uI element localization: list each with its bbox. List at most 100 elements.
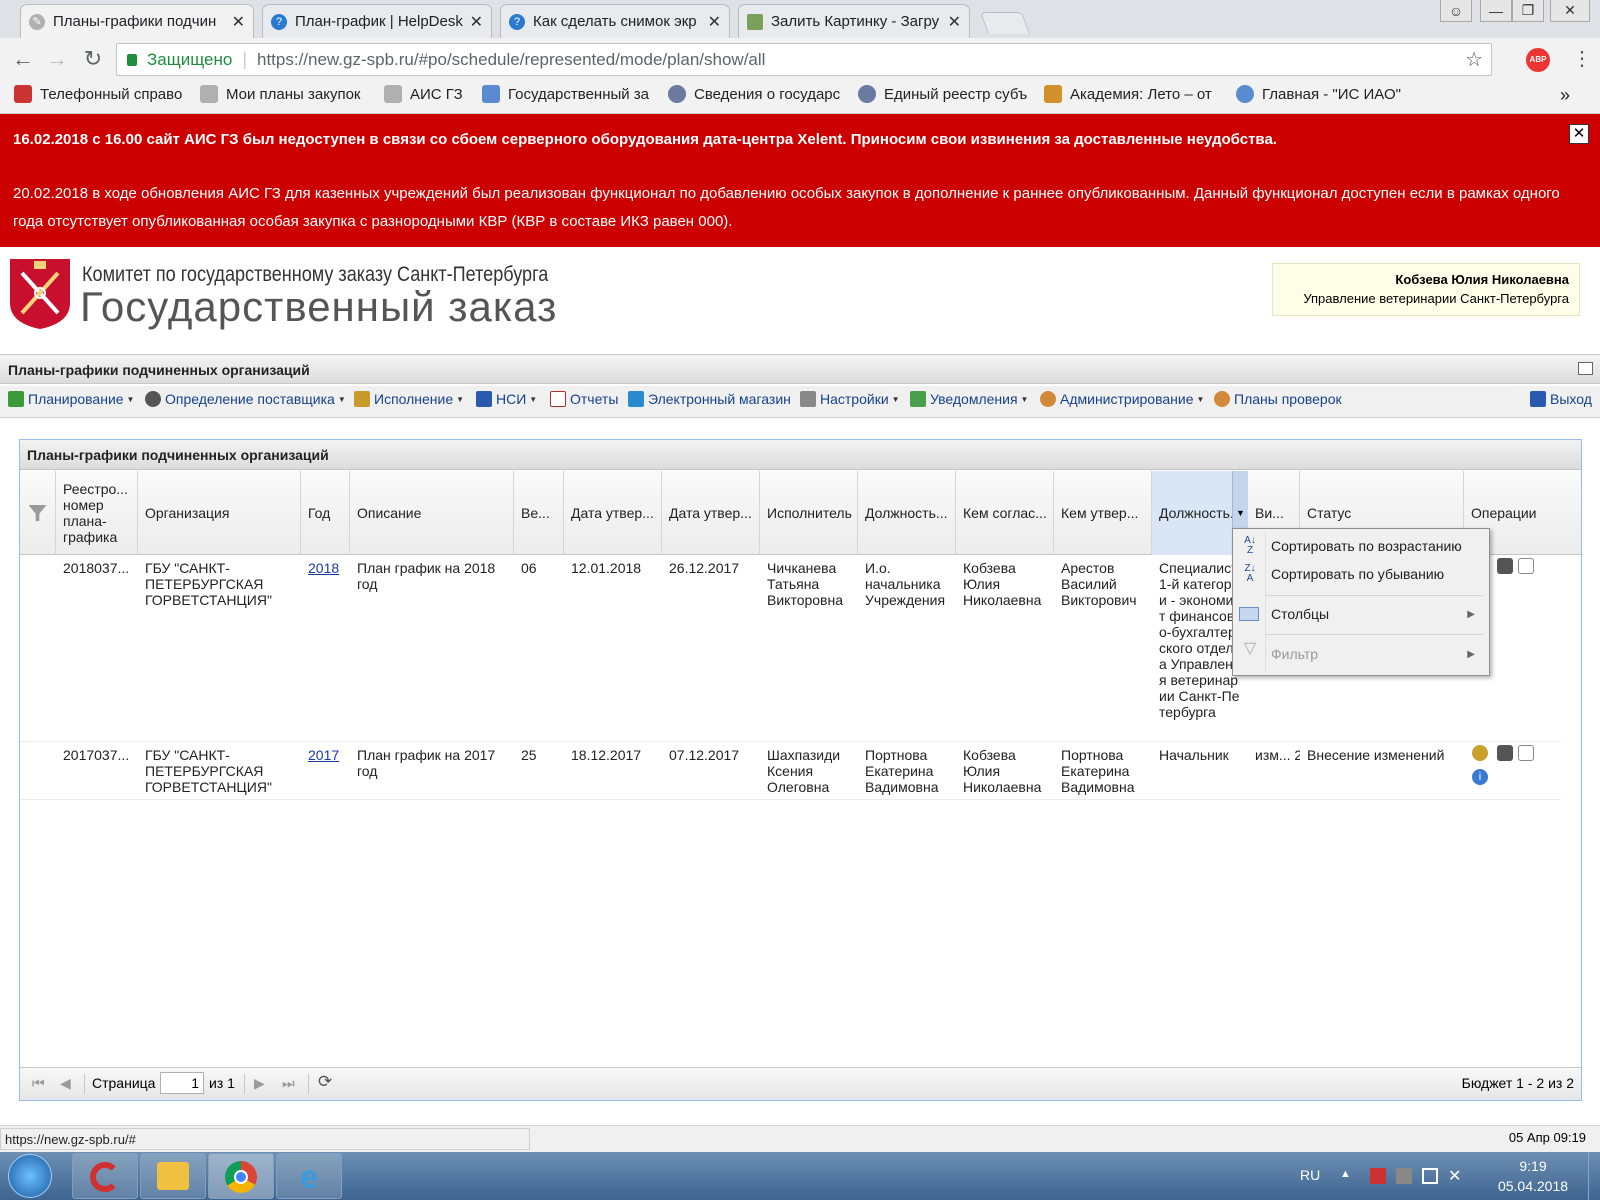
column-header-year[interactable]: Год (301, 471, 350, 555)
menu-e-shop[interactable]: Электронный магазин (628, 391, 791, 407)
report-icon (550, 391, 566, 407)
lock-icon (127, 53, 137, 66)
first-page-icon[interactable]: ⏮ (32, 1075, 45, 1092)
user-info-box[interactable]: Кобзева Юлия Николаевна Управление ветер… (1272, 263, 1580, 316)
tray-network-icon[interactable] (1422, 1168, 1438, 1184)
taskbar-app-ie[interactable]: e (276, 1153, 342, 1199)
taskbar-app-ccleaner[interactable] (72, 1153, 138, 1199)
collapse-panel-icon[interactable] (1578, 362, 1593, 375)
document-icon[interactable] (1518, 558, 1534, 574)
menu-execution[interactable]: Исполнение ▼ (354, 391, 464, 407)
globe-icon (1236, 85, 1254, 103)
cell-approval-date: 12.01.2018 (571, 560, 642, 576)
address-bar[interactable]: Защищено | https://new.gz-spb.ru/#po/sch… (116, 43, 1492, 76)
tray-volume-icon[interactable]: ✕ (1448, 1166, 1461, 1186)
column-header-position[interactable]: Должность... (858, 471, 956, 555)
menu-inspection-plans[interactable]: Планы проверок (1214, 391, 1342, 407)
new-tab-button[interactable] (979, 12, 1031, 34)
tray-antivirus-icon[interactable] (1370, 1168, 1386, 1184)
tray-usb-icon[interactable] (1396, 1168, 1412, 1184)
bookmark-item[interactable]: Единый реестр субъ (858, 85, 1027, 103)
column-header-executor[interactable]: Исполнитель (760, 471, 858, 555)
taskbar-app-mail[interactable] (140, 1153, 206, 1199)
execution-icon (354, 391, 370, 407)
year-link[interactable]: 2017 (301, 747, 350, 763)
column-header-version[interactable]: Ве... (514, 471, 564, 555)
bookmark-item[interactable]: Государственный за (482, 85, 649, 103)
column-header-reg-number[interactable]: Реестро... номер плана-графика (56, 471, 138, 555)
tab-close-icon[interactable]: ✕ (470, 12, 483, 32)
menu-notifications[interactable]: Уведомления ▼ (910, 391, 1028, 407)
prev-page-icon[interactable]: ◀ (60, 1075, 71, 1092)
tab-title: Планы-графики подчин (53, 13, 217, 30)
binoculars-icon[interactable] (1497, 745, 1513, 761)
column-header-description[interactable]: Описание (350, 471, 514, 555)
forward-icon[interactable]: → (44, 46, 70, 72)
browser-tab-4[interactable]: Залить Картинку - Загру ✕ (738, 4, 970, 38)
dropdown-arrow-icon: ▼ (456, 394, 465, 404)
year-link[interactable]: 2018 (301, 560, 350, 576)
page-input[interactable] (160, 1072, 204, 1094)
emblem-icon[interactable] (1472, 745, 1488, 761)
tab-close-icon[interactable]: ✕ (232, 12, 245, 32)
cell-executor: Шахпазиди Ксения Олеговна (767, 747, 841, 795)
bookmark-star-icon[interactable]: ☆ (1465, 47, 1483, 72)
menu-settings[interactable]: Настройки ▼ (800, 391, 900, 407)
bookmark-item[interactable]: Академия: Лето – от (1044, 85, 1212, 103)
column-header-approved-by[interactable]: Кем утвер... (1054, 471, 1152, 555)
menu-reports[interactable]: Отчеты (550, 391, 618, 407)
show-desktop-button[interactable] (1588, 1152, 1600, 1200)
submenu-arrow-icon: ▶ (1467, 648, 1475, 660)
sort-ascending-item[interactable]: A↓ Z Сортировать по возрастанию (1239, 532, 1483, 560)
column-header-approval-date[interactable]: Дата утвер... (564, 471, 662, 555)
tray-expand-icon[interactable]: ▲ (1340, 1168, 1351, 1180)
menu-planning[interactable]: Планирование ▼ (8, 391, 134, 407)
banner-close-button[interactable]: ✕ (1569, 124, 1589, 144)
adblock-icon[interactable]: ABP (1526, 48, 1550, 72)
start-button[interactable] (8, 1154, 52, 1198)
bookmarks-more-button[interactable]: » (1560, 85, 1570, 106)
columns-item[interactable]: Столбцы ▶ (1239, 600, 1483, 628)
close-window-button[interactable]: ✕ (1550, 0, 1590, 22)
chrome-menu-icon[interactable]: ⋮ (1572, 46, 1592, 71)
tools-icon (200, 85, 218, 103)
menu-reference-data[interactable]: НСИ ▼ (476, 391, 537, 407)
column-header-organization[interactable]: Организация (138, 471, 301, 555)
document-icon[interactable] (1518, 745, 1534, 761)
tab-title: Как сделать снимок экр (533, 13, 697, 30)
tab-close-icon[interactable]: ✕ (708, 12, 721, 32)
last-page-icon[interactable]: ⏭ (282, 1075, 295, 1092)
bookmark-item[interactable]: Телефонный справо (14, 85, 182, 103)
sort-descending-item[interactable]: Z↓ A Сортировать по убыванию (1239, 560, 1483, 588)
maximize-button[interactable]: ❐ (1512, 0, 1544, 22)
binoculars-icon[interactable] (1497, 558, 1513, 574)
language-indicator[interactable]: RU (1300, 1167, 1320, 1183)
taskbar-app-chrome[interactable] (208, 1153, 274, 1199)
column-header-agreed-by[interactable]: Кем соглас... (956, 471, 1054, 555)
refresh-icon[interactable]: ⟳ (318, 1072, 332, 1092)
tools-icon (384, 85, 402, 103)
pager-summary: Бюджет 1 - 2 из 2 (1461, 1075, 1574, 1091)
reload-icon[interactable]: ↻ (80, 46, 106, 72)
browser-tab-2[interactable]: ? План-график | HelpDesk ✕ (262, 4, 492, 38)
bookmark-item[interactable]: Мои планы закупок (200, 85, 360, 103)
browser-tab-1[interactable]: ✎ Планы-графики подчин ✕ (20, 4, 254, 38)
browser-tab-3[interactable]: ? Как сделать снимок экр ✕ (500, 4, 730, 38)
bookmark-item[interactable]: АИС ГЗ (384, 85, 463, 103)
column-header-approval-date-2[interactable]: Дата утвер... (662, 471, 760, 555)
next-page-icon[interactable]: ▶ (254, 1075, 265, 1092)
tab-close-icon[interactable]: ✕ (948, 12, 961, 32)
filter-column-header[interactable] (20, 471, 56, 555)
minimize-button[interactable]: — (1480, 0, 1512, 22)
bookmark-item[interactable]: Главная - "ИС ИАО" (1236, 85, 1401, 103)
back-icon[interactable]: ← (10, 46, 36, 72)
cell-agreed-by: Кобзева Юлия Николаевна (963, 747, 1042, 795)
exit-button[interactable]: Выход (1530, 391, 1592, 407)
menu-administration[interactable]: Администрирование ▼ (1040, 391, 1204, 407)
taskbar-clock[interactable]: 9:19 05.04.2018 (1488, 1156, 1578, 1196)
emblem-icon (668, 85, 686, 103)
profile-icon[interactable]: ☺ (1440, 0, 1472, 22)
info-icon[interactable]: i (1472, 769, 1488, 785)
menu-supplier-selection[interactable]: Определение поставщика ▼ (145, 391, 346, 407)
bookmark-item[interactable]: Сведения о государс (668, 85, 840, 103)
